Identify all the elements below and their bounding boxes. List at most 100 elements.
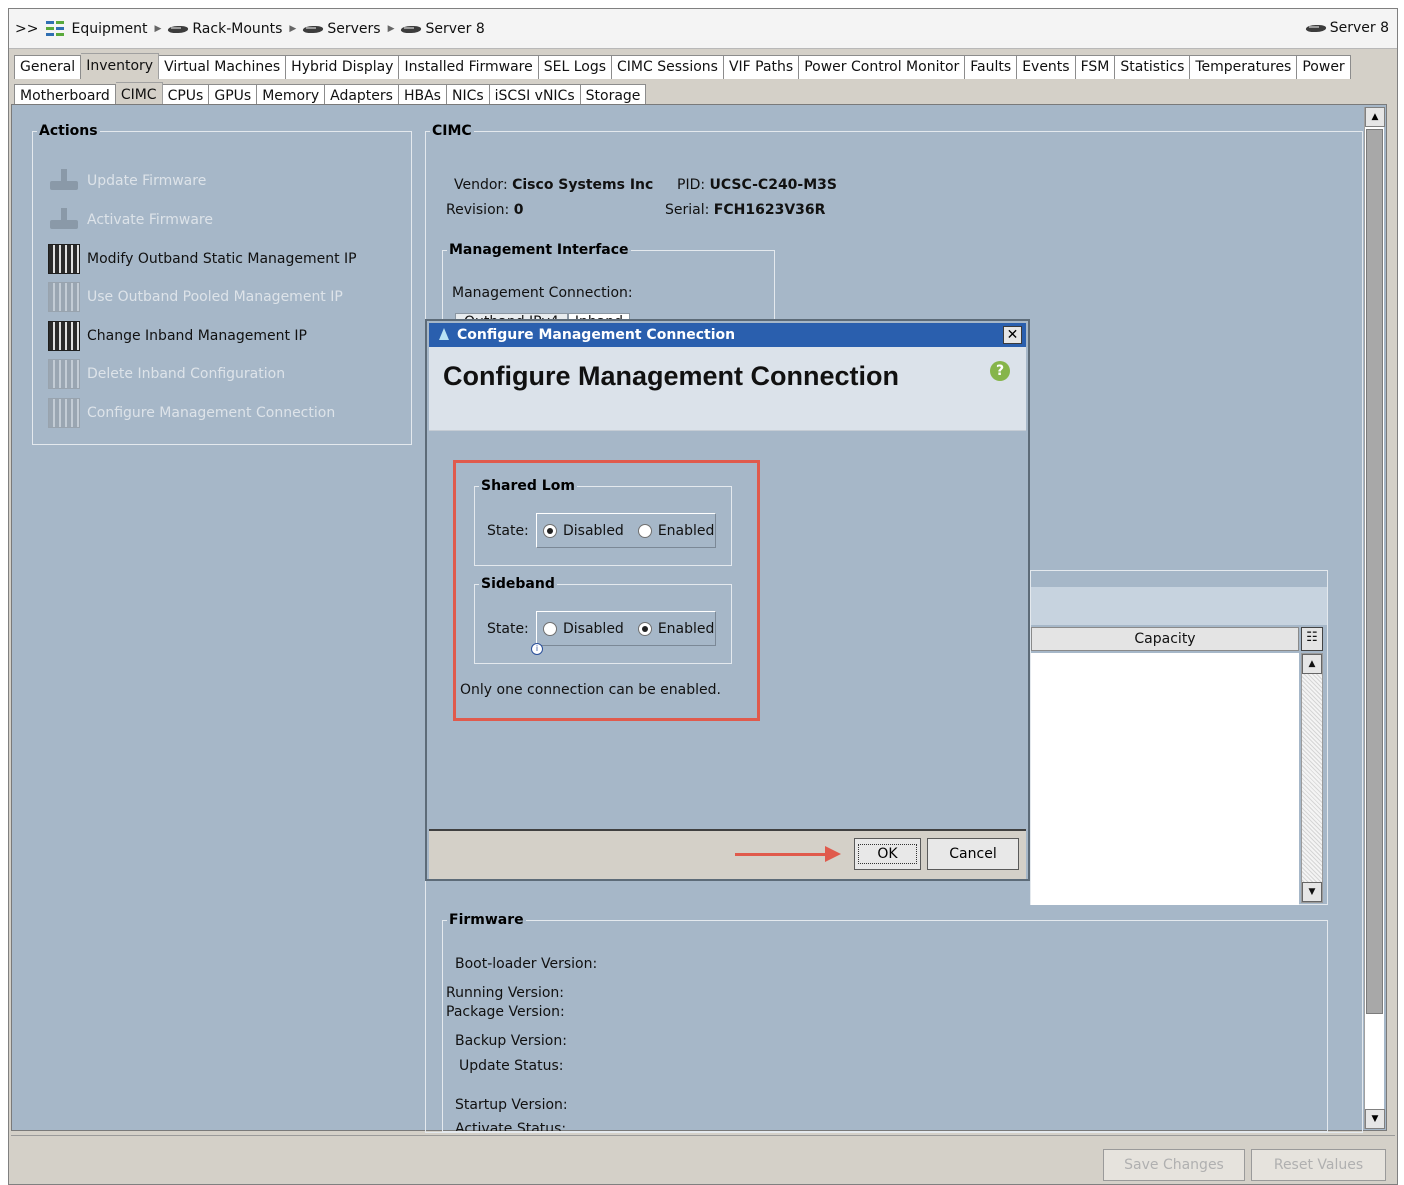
activate-status-label: Activate Status:: [455, 1121, 567, 1131]
breadcrumb-servers[interactable]: Servers: [303, 21, 381, 37]
annotation-highlight-box: [453, 460, 760, 721]
tab-fsm[interactable]: FSM: [1075, 55, 1116, 79]
scroll-down-icon[interactable]: ▼: [1302, 882, 1322, 902]
tab-temperatures[interactable]: Temperatures: [1190, 55, 1298, 79]
tab-virtual-machines[interactable]: Virtual Machines: [159, 55, 287, 79]
dialog-heading: Configure Management Connection: [443, 361, 900, 391]
tab-general[interactable]: General: [14, 55, 82, 79]
pid-label: PID:: [677, 177, 706, 193]
reset-values-button[interactable]: Reset Values: [1251, 1149, 1386, 1181]
annotation-arrow-icon: [735, 846, 841, 862]
tab-cimc-sessions[interactable]: CIMC Sessions: [612, 55, 724, 79]
column-chooser-icon[interactable]: ☷: [1301, 627, 1323, 651]
management-interface-title: Management Interface: [449, 242, 629, 258]
boot-loader-version-label: Boot-loader Version:: [455, 956, 598, 972]
table-toolbar: [1031, 587, 1327, 625]
breadcrumb-separator-icon: ▶: [387, 24, 395, 34]
action-delete-inband-config[interactable]: Delete Inband Configuration: [48, 359, 285, 389]
tab-statistics[interactable]: Statistics: [1115, 55, 1191, 79]
startup-version-label: Startup Version:: [455, 1097, 568, 1113]
action-label: Delete Inband Configuration: [87, 366, 286, 382]
action-label: Configure Management Connection: [87, 405, 336, 421]
help-icon[interactable]: ?: [990, 361, 1010, 381]
revision-field: Revision: 0: [446, 202, 523, 218]
table-scrollbar[interactable]: ▲ ▼: [1301, 653, 1323, 903]
column-header-capacity[interactable]: Capacity: [1031, 627, 1299, 651]
scroll-down-icon[interactable]: ▼: [1365, 1109, 1385, 1129]
action-label: Change Inband Management IP: [87, 328, 307, 344]
revision-label: Revision:: [446, 202, 510, 218]
action-label: Activate Firmware: [87, 212, 213, 228]
running-version-label: Running Version:: [446, 985, 565, 1001]
breadcrumb-server-8[interactable]: Server 8: [401, 21, 485, 37]
firmware-icon: [48, 169, 80, 193]
main-scrollbar[interactable]: ▲ ▼: [1364, 107, 1385, 1129]
breadcrumb: >> Equipment ▶ Rack-Mounts ▶ Servers ▶ S…: [15, 20, 491, 38]
vendor-field: Vendor: Cisco Systems Inc: [454, 177, 653, 193]
ok-button[interactable]: OK: [854, 838, 921, 870]
tab-events[interactable]: Events: [1017, 55, 1076, 79]
table-panel: Capacity ☷ ▲ ▼: [1030, 570, 1328, 905]
serial-label: Serial:: [665, 202, 710, 218]
save-changes-button[interactable]: Save Changes: [1103, 1149, 1245, 1181]
close-icon[interactable]: ✕: [1003, 326, 1022, 344]
action-change-inband-ip[interactable]: Change Inband Management IP: [48, 321, 307, 351]
server-icon: [1306, 23, 1326, 34]
tab-installed-firmware[interactable]: Installed Firmware: [399, 55, 539, 79]
serial-field: Serial: FCH1623V36R: [665, 202, 825, 218]
action-label: Modify Outband Static Management IP: [87, 251, 357, 267]
primary-tab-bar: General Inventory Virtual Machines Hybri…: [14, 53, 1351, 79]
scroll-up-icon[interactable]: ▲: [1302, 654, 1322, 674]
tab-vif-paths[interactable]: VIF Paths: [723, 55, 800, 79]
table-body: [1031, 653, 1299, 905]
tab-faults[interactable]: Faults: [965, 55, 1018, 79]
cimc-title: CIMC: [432, 123, 472, 139]
vendor-value: Cisco Systems Inc: [512, 177, 654, 193]
scroll-thumb[interactable]: [1366, 129, 1383, 1014]
breadcrumb-separator-icon: ▶: [154, 24, 162, 34]
dialog-window-title: Configure Management Connection: [457, 327, 736, 343]
tab-sel-logs[interactable]: SEL Logs: [538, 55, 613, 79]
package-version-label: Package Version:: [446, 1004, 565, 1020]
server-icon: [168, 24, 188, 35]
breadcrumb-bar: >> Equipment ▶ Rack-Mounts ▶ Servers ▶ S…: [9, 9, 1397, 49]
firmware-title: Firmware: [449, 912, 524, 928]
scroll-up-icon[interactable]: ▲: [1365, 107, 1385, 127]
tab-power[interactable]: Power: [1297, 55, 1351, 79]
action-label: Use Outband Pooled Management IP: [87, 289, 343, 305]
breadcrumb-label: Servers: [327, 21, 381, 37]
firmware-icon: [48, 208, 80, 232]
equipment-icon: [46, 20, 66, 38]
switch-icon: [48, 359, 80, 389]
dialog-footer: OK Cancel: [429, 829, 1026, 879]
revision-value: 0: [513, 202, 524, 218]
breadcrumb-separator-icon: ▶: [289, 24, 297, 34]
breadcrumb-prefix[interactable]: >>: [15, 21, 38, 37]
tab-power-control-monitor[interactable]: Power Control Monitor: [799, 55, 966, 79]
breadcrumb-label: Server 8: [425, 21, 485, 37]
breadcrumb-label: Equipment: [71, 21, 148, 37]
update-status-label: Update Status:: [459, 1058, 564, 1074]
pid-value: UCSC-C240-M3S: [709, 177, 837, 193]
action-use-outband-pooled-ip[interactable]: Use Outband Pooled Management IP: [48, 282, 343, 312]
action-configure-mgmt-connection[interactable]: Configure Management Connection: [48, 398, 335, 428]
dialog-header: Configure Management Connection ?: [429, 347, 1026, 431]
footer-bar: Save Changes Reset Values: [11, 1135, 1395, 1183]
backup-version-label: Backup Version:: [455, 1033, 567, 1049]
actions-title: Actions: [39, 123, 98, 139]
breadcrumb-equipment[interactable]: Equipment: [46, 20, 147, 38]
tab-hybrid-display[interactable]: Hybrid Display: [286, 55, 400, 79]
cancel-button[interactable]: Cancel: [927, 838, 1019, 870]
current-object-text: Server 8: [1329, 20, 1389, 36]
switch-icon: [48, 282, 80, 312]
action-update-firmware[interactable]: Update Firmware: [48, 169, 206, 193]
tab-inventory[interactable]: Inventory: [81, 53, 160, 79]
vendor-label: Vendor:: [454, 177, 508, 193]
action-modify-outband-static-ip[interactable]: Modify Outband Static Management IP: [48, 244, 357, 274]
serial-value: FCH1623V36R: [713, 202, 826, 218]
breadcrumb-rack-mounts[interactable]: Rack-Mounts: [168, 21, 282, 37]
breadcrumb-label: Rack-Mounts: [192, 21, 283, 37]
dialog-title-bar[interactable]: Configure Management Connection ✕: [429, 323, 1026, 347]
action-label: Update Firmware: [87, 173, 207, 189]
action-activate-firmware[interactable]: Activate Firmware: [48, 208, 213, 232]
